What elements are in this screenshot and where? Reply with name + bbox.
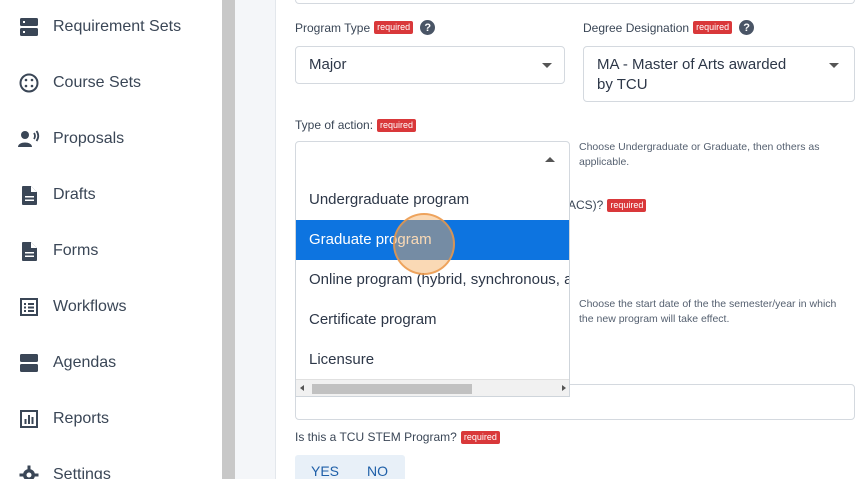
sidebar-item-label: Drafts [53,186,96,203]
partial-question-label: ACS)? required [568,198,647,212]
start-date-hint-line2: the new program will take effect. [579,313,730,325]
option-graduate-program[interactable]: Graduate program [296,220,569,260]
chevron-down-icon [542,63,552,68]
sidebar-item-label: Workflows [53,298,127,315]
reports-icon [18,408,40,430]
type-of-action-label-text: Type of action: [295,118,374,132]
scroll-left-icon[interactable] [300,385,304,391]
required-badge: required [377,118,417,132]
degree-designation-value: MA - Master of Arts awarded by TCU [597,55,786,95]
stem-program-label: Is this a TCU STEM Program? required [295,430,500,444]
program-type-label-text: Program Type [295,20,371,35]
workflows-icon [18,296,40,318]
option-certificate-program[interactable]: Certificate program [296,300,569,340]
sidebar-item-label: Agendas [53,354,117,371]
partial-question-label-text: ACS)? [568,198,604,212]
type-of-action-label: Type of action: required [295,118,417,132]
course-sets-icon [18,72,40,94]
degree-designation-value-line2: by TCU [597,76,648,93]
sidebar-item-settings[interactable]: Settings [0,455,222,479]
chevron-down-icon [829,63,839,68]
sidebar-item-label: Reports [53,410,110,427]
type-of-action-hint-line1: Choose Undergraduate or Graduate, then o… [579,141,820,153]
sidebar-item-label: Requirement Sets [53,18,182,35]
document-icon [18,240,40,262]
proposals-icon [18,128,40,150]
option-licensure[interactable]: Licensure [296,340,569,380]
required-badge: required [460,430,500,444]
requirement-sets-icon [18,16,40,38]
degree-designation-label-text: Degree Designation [583,20,690,35]
sidebar-scrollbar[interactable] [222,0,235,479]
program-type-select[interactable]: Major [295,46,565,84]
document-icon [18,184,40,206]
no-button[interactable]: NO [367,463,388,479]
required-badge: required [607,198,647,212]
degree-designation-value-line1: MA - Master of Arts awarded [597,56,787,73]
agendas-icon [18,352,40,374]
type-of-action-hint: Choose Undergraduate or Graduate, then o… [579,140,820,170]
help-icon[interactable]: ? [420,20,436,35]
sidebar: Requirement Sets Course Sets Proposals D… [0,0,222,479]
sidebar-item-agendas[interactable]: Agendas [0,343,222,383]
scroll-right-icon[interactable] [562,385,566,391]
sidebar-item-label: Settings [53,466,111,479]
program-type-value: Major [309,56,347,73]
degree-designation-select[interactable]: MA - Master of Arts awarded by TCU [583,46,855,102]
stem-program-label-text: Is this a TCU STEM Program? [295,430,457,444]
stem-yes-no-toggle: YES NO [295,455,405,479]
scrollbar-thumb[interactable] [312,384,472,394]
sidebar-item-workflows[interactable]: Workflows [0,287,222,327]
sidebar-item-course-sets[interactable]: Course Sets [0,63,222,103]
yes-button[interactable]: YES [311,463,339,479]
sidebar-item-requirement-sets[interactable]: Requirement Sets [0,7,222,47]
sidebar-item-drafts[interactable]: Drafts [0,175,222,215]
content-margin [235,0,275,479]
type-of-action-hint-line2: applicable. [579,156,630,168]
previous-field-input[interactable] [295,0,855,4]
dropdown-horizontal-scrollbar[interactable] [296,379,569,396]
option-undergraduate-program[interactable]: Undergraduate program [296,180,569,220]
start-date-hint: Choose the start date of the the semeste… [579,297,836,327]
chevron-up-icon [545,157,555,162]
required-badge: required [374,21,414,34]
type-of-action-dropdown[interactable]: Undergraduate program Graduate program O… [295,180,570,397]
degree-designation-label: Degree Designation required ? [583,20,755,35]
sidebar-item-label: Forms [53,242,99,259]
help-icon[interactable]: ? [739,20,755,35]
sidebar-item-proposals[interactable]: Proposals [0,119,222,159]
required-badge: required [693,21,733,34]
start-date-hint-line1: Choose the start date of the the semeste… [579,298,837,310]
sidebar-item-forms[interactable]: Forms [0,231,222,271]
gear-icon [18,464,40,479]
sidebar-item-label: Course Sets [53,74,142,91]
sidebar-item-label: Proposals [53,130,125,147]
sidebar-item-reports[interactable]: Reports [0,399,222,439]
type-of-action-select[interactable] [295,141,570,181]
option-online-program[interactable]: Online program (hybrid, synchronous, asy… [296,260,569,300]
program-type-label: Program Type required ? [295,20,436,35]
